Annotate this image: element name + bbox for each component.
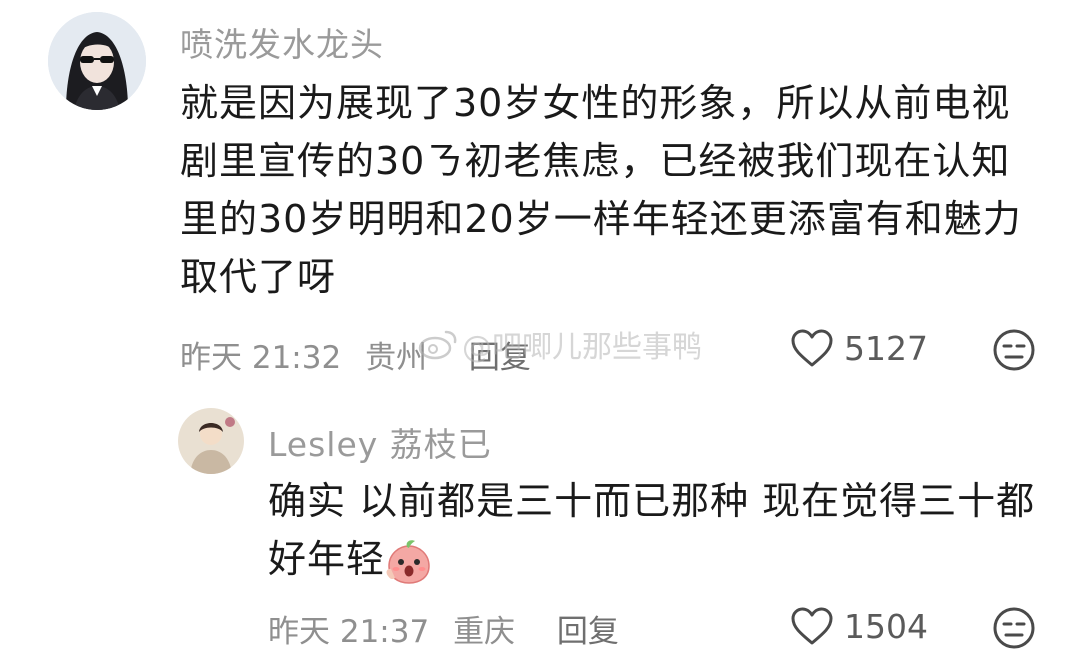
comment-text: 就是因为展现了30岁女性的形象，所以从前电视 剧里宣传的30ㄋ初老焦虑，已经被我… (180, 74, 1040, 306)
username[interactable]: Lesley 荔枝已 (268, 418, 492, 466)
dislike-face-icon (993, 607, 1035, 649)
comment-line: 剧里宣传的30ㄋ初老焦虑，已经被我们现在认知 (180, 139, 1011, 183)
comment-line: 就是因为展现了30岁女性的形象，所以从前电视 (180, 81, 1011, 125)
reply-button[interactable]: 回复 (557, 614, 619, 650)
comment-meta: 昨天 21:37 重庆 回复 (268, 606, 633, 651)
dislike-button[interactable] (992, 606, 1036, 654)
like-count: 1504 (844, 606, 928, 646)
weibo-icon (418, 330, 457, 360)
comment-line: 确实 以前都是三十而已那种 现在觉得三十都 (268, 479, 1036, 523)
avatar[interactable] (178, 408, 244, 474)
comment-line-text: 好年轻 (268, 537, 386, 581)
avatar-image (178, 408, 244, 474)
username[interactable]: 喷洗发水龙头 (180, 18, 384, 66)
timestamp: 昨天 21:32 (180, 340, 342, 376)
like-button[interactable]: 1504 (790, 606, 928, 646)
comment-line: 好年轻 (268, 530, 1048, 588)
shocked-peach-emoji (386, 539, 430, 584)
heart-icon (791, 607, 833, 645)
like-button[interactable]: 5127 (790, 328, 928, 368)
dislike-button[interactable] (992, 328, 1036, 376)
avatar[interactable] (48, 12, 146, 110)
comment-text: 确实 以前都是三十而已那种 现在觉得三十都 好年轻 (268, 472, 1048, 588)
heart-icon (791, 329, 833, 367)
avatar-image (48, 12, 146, 110)
like-count: 5127 (844, 328, 928, 368)
location: 重庆 (453, 614, 516, 650)
dislike-face-icon (993, 329, 1035, 371)
watermark: @吧唧儿那些事鸭 (418, 322, 702, 366)
comment-line: 取代了呀 (180, 255, 337, 299)
timestamp: 昨天 21:37 (268, 614, 430, 650)
watermark-text: @吧唧儿那些事鸭 (462, 330, 702, 365)
comment-line: 里的30岁明明和20岁一样年轻还更添富有和魅力 (180, 197, 1022, 241)
